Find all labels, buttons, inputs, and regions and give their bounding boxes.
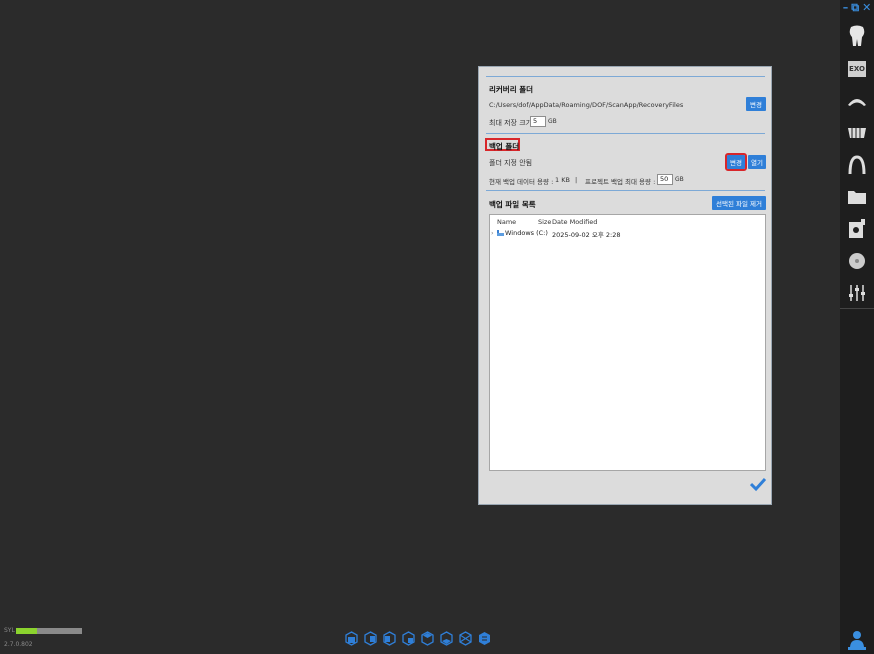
row-date: 2025-09-02 오후 2:28 [552, 231, 621, 239]
bottom-view-toolbar [345, 631, 491, 646]
current-backup-label: 현재 백업 데이터 용량 : [489, 178, 554, 186]
max-size-label: 최대 저장 크기 [489, 119, 533, 127]
disc-icon[interactable] [846, 250, 868, 272]
close-button[interactable]: ✕ [862, 2, 871, 16]
backup-file-list-title: 백업 파일 목록 [489, 200, 536, 209]
current-backup-value: 1 KB [555, 176, 570, 184]
version-label: 2.7.0.802 [4, 641, 33, 648]
tooth-scan-icon[interactable] [846, 25, 868, 47]
view-left-icon[interactable] [383, 631, 396, 646]
backup-file-tree[interactable]: Name Size Date Modified › Windows (C:) 2… [489, 214, 766, 471]
user-account-icon[interactable] [848, 628, 866, 650]
remove-selected-files-button[interactable]: 선택된 파일 제거 [712, 196, 766, 210]
backup-folder-status: 폴더 지정 안됨 [489, 159, 533, 167]
minimize-button[interactable]: – [843, 2, 849, 16]
view-front-icon[interactable] [345, 631, 358, 646]
view-back-icon[interactable] [364, 631, 377, 646]
column-header-size[interactable]: Size [538, 218, 551, 226]
confirm-check-icon[interactable] [749, 476, 767, 492]
upper-jaw-icon[interactable] [846, 90, 868, 112]
max-size-input[interactable]: 5 [530, 116, 546, 127]
view-fit-icon[interactable] [478, 631, 491, 646]
backup-settings-dialog: 리커버리 폴더 C:/Users/dof/AppData/Roaming/DOF… [478, 66, 772, 505]
separator: | [575, 176, 578, 184]
recovery-folder-title: 리커버리 폴더 [489, 85, 534, 94]
backup-open-button[interactable]: 열기 [748, 155, 766, 169]
syl-label: SYL [4, 627, 15, 634]
backup-folder-title: 백업 폴더 [489, 142, 520, 151]
view-top-icon[interactable] [421, 631, 434, 646]
lower-jaw-icon[interactable] [846, 122, 868, 144]
view-iso-icon[interactable] [459, 631, 472, 646]
exo-label: EXO [848, 61, 866, 77]
progress-bar [16, 628, 82, 634]
table-row[interactable]: › Windows (C:) 2025-09-02 오후 2:28 [490, 229, 765, 240]
progress-fill [16, 628, 38, 634]
view-right-icon[interactable] [402, 631, 415, 646]
project-max-unit: GB [675, 176, 684, 183]
right-toolbar: – ⧉ ✕ EXO [840, 0, 874, 654]
toolbar-separator [840, 308, 874, 309]
restore-button[interactable]: ⧉ [851, 2, 859, 16]
divider [486, 76, 765, 77]
max-size-unit: GB [548, 118, 557, 125]
folder-icon[interactable] [846, 186, 868, 208]
add-scan-icon[interactable] [846, 218, 868, 240]
column-header-name[interactable]: Name [497, 218, 516, 226]
divider [486, 133, 765, 134]
recovery-folder-path: C:/Users/dof/AppData/Roaming/DOF/ScanApp… [489, 101, 684, 109]
backup-change-button[interactable]: 변경 [725, 153, 747, 171]
column-header-date[interactable]: Date Modified [552, 218, 597, 226]
row-name: Windows (C:) [505, 229, 548, 237]
view-bottom-icon[interactable] [440, 631, 453, 646]
arch-icon[interactable] [846, 154, 868, 176]
project-max-input[interactable]: 50 [657, 174, 673, 185]
expand-chevron-icon[interactable]: › [491, 229, 494, 237]
divider [486, 190, 765, 191]
settings-sliders-icon[interactable] [846, 282, 868, 304]
drive-icon [497, 230, 504, 238]
project-max-label: 프로젝트 백업 최대 용량 : [585, 178, 656, 186]
window-controls: – ⧉ ✕ [840, 2, 874, 16]
recovery-change-button[interactable]: 변경 [746, 97, 766, 111]
exo-button[interactable]: EXO [846, 58, 868, 80]
